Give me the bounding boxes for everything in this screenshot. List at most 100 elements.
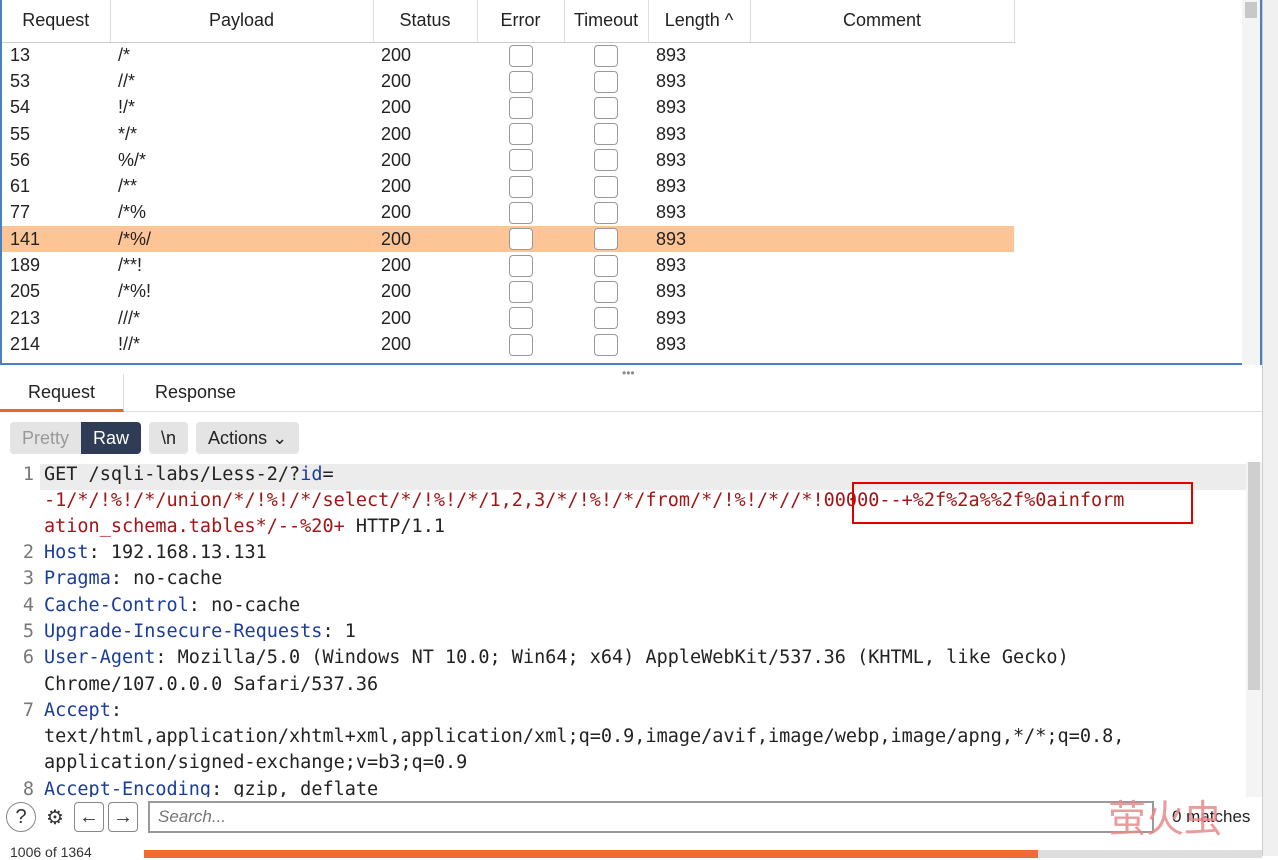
table-row[interactable]: 53 //* 200 893 — [2, 68, 1014, 94]
table-row[interactable]: 13 /* 200 893 — [2, 42, 1014, 68]
status-cell: 200 — [381, 176, 412, 197]
timeout-checkbox[interactable] — [594, 333, 618, 356]
error-checkbox[interactable] — [509, 175, 533, 198]
timeout-checkbox[interactable] — [594, 228, 618, 251]
error-checkbox[interactable] — [509, 70, 533, 93]
tab-request[interactable]: Request — [0, 374, 125, 412]
col-status[interactable]: Status — [373, 0, 478, 43]
col-payload[interactable]: Payload — [110, 0, 374, 43]
col-timeout[interactable]: Timeout — [564, 0, 649, 43]
comment-cell[interactable] — [750, 279, 1014, 305]
error-checkbox[interactable] — [509, 333, 533, 356]
line-number: 6 — [22, 647, 34, 669]
error-checkbox[interactable] — [509, 307, 533, 330]
comment-cell[interactable] — [750, 95, 1014, 121]
request-cell: 189 — [10, 255, 41, 276]
timeout-cell — [564, 305, 648, 331]
forward-arrow-icon[interactable]: → — [108, 802, 138, 832]
comment-cell[interactable] — [750, 252, 1014, 278]
search-input[interactable] — [148, 801, 1154, 833]
table-scrollbar[interactable] — [1242, 0, 1260, 365]
editor-scrollbar[interactable] — [1246, 462, 1262, 797]
header-line: Accept: — [44, 699, 122, 721]
col-request[interactable]: Request — [2, 0, 111, 43]
table-row[interactable]: 56 %/* 200 893 — [2, 147, 1014, 173]
length-cell: 893 — [648, 226, 750, 253]
length-cell: 893 — [656, 176, 687, 197]
timeout-checkbox[interactable] — [594, 202, 618, 225]
error-checkbox[interactable] — [509, 44, 533, 67]
comment-cell[interactable] — [750, 226, 1014, 253]
error-checkbox[interactable] — [509, 228, 533, 251]
error-checkbox[interactable] — [509, 280, 533, 303]
comment-cell[interactable] — [750, 200, 1014, 226]
gear-icon[interactable]: ⚙ — [40, 802, 70, 832]
table-row[interactable]: 55 */* 200 893 — [2, 121, 1014, 147]
newline-toggle[interactable]: \n — [149, 422, 189, 454]
timeout-cell — [564, 331, 648, 357]
comment-cell[interactable] — [750, 331, 1014, 357]
error-cell — [477, 173, 564, 199]
table-row[interactable]: 213 ///* 200 893 — [2, 305, 1014, 331]
timeout-checkbox[interactable] — [594, 149, 618, 172]
progress-fill — [144, 850, 1039, 858]
comment-cell[interactable] — [750, 42, 1014, 68]
comment-cell[interactable] — [750, 147, 1014, 173]
comment-cell[interactable] — [750, 305, 1014, 331]
table-row[interactable]: 54 !/* 200 893 — [2, 95, 1014, 121]
timeout-checkbox[interactable] — [594, 44, 618, 67]
comment-cell[interactable] — [750, 121, 1014, 147]
help-icon[interactable]: ? — [6, 802, 36, 832]
col-comment[interactable]: Comment — [750, 0, 1015, 43]
timeout-checkbox[interactable] — [594, 175, 618, 198]
timeout-cell — [564, 68, 648, 94]
table-row[interactable]: 214 !//* 200 893 — [2, 331, 1014, 357]
timeout-cell — [564, 252, 648, 278]
timeout-cell — [564, 200, 648, 226]
timeout-checkbox[interactable] — [594, 96, 618, 119]
error-cell — [477, 42, 564, 68]
table-row[interactable]: 141 /*%/ 200 893 — [2, 226, 1014, 253]
error-checkbox[interactable] — [509, 96, 533, 119]
timeout-cell — [564, 226, 648, 253]
error-checkbox[interactable] — [509, 149, 533, 172]
timeout-checkbox[interactable] — [594, 254, 618, 277]
table-row[interactable]: 77 /*% 200 893 — [2, 200, 1014, 226]
error-cell — [477, 147, 564, 173]
editor-toolbar: Pretty Raw \n Actions ⌄ — [10, 422, 300, 454]
length-cell: 893 — [656, 255, 687, 276]
table-row[interactable]: 189 /**! 200 893 — [2, 252, 1014, 278]
payload-cell: !//* — [118, 333, 141, 354]
length-cell: 893 — [656, 202, 687, 223]
col-error[interactable]: Error — [477, 0, 565, 43]
timeout-checkbox[interactable] — [594, 70, 618, 93]
background-window — [1262, 0, 1278, 856]
header-line-cont: text/html,application/xhtml+xml,applicat… — [44, 726, 1125, 748]
back-arrow-icon[interactable]: ← — [74, 802, 104, 832]
request-cell: 13 — [10, 44, 31, 65]
table-row[interactable]: 205 /*%! 200 893 — [2, 279, 1014, 305]
tab-response[interactable]: Response — [127, 374, 264, 412]
payload-cell: /** — [118, 176, 138, 197]
header-line-cont: application/signed-exchange;v=b3;q=0.9 — [44, 752, 468, 774]
message-tabs: Request Response — [0, 374, 1262, 412]
timeout-checkbox[interactable] — [594, 280, 618, 303]
payload-cell: ///* — [118, 307, 141, 328]
raw-button[interactable]: Raw — [81, 422, 142, 454]
table-row[interactable]: 61 /** 200 893 — [2, 173, 1014, 199]
actions-dropdown[interactable]: Actions ⌄ — [196, 422, 300, 454]
query-param-value-cont: ation_schema.tables*/--%20+ HTTP/1.1 — [44, 516, 445, 537]
pretty-button[interactable]: Pretty — [10, 422, 82, 454]
header-line: Host: 192.168.13.131 — [44, 542, 267, 563]
status-cell: 200 — [381, 255, 412, 276]
error-checkbox[interactable] — [509, 123, 533, 146]
header-line: User-Agent: Mozilla/5.0 (Windows NT 10.0… — [44, 647, 1069, 669]
comment-cell[interactable] — [750, 68, 1014, 94]
col-length[interactable]: Length ^ — [648, 0, 751, 43]
error-checkbox[interactable] — [509, 254, 533, 277]
error-checkbox[interactable] — [509, 202, 533, 225]
comment-cell[interactable] — [750, 173, 1014, 199]
payload-cell: //* — [118, 70, 136, 91]
timeout-checkbox[interactable] — [594, 307, 618, 330]
timeout-checkbox[interactable] — [594, 123, 618, 146]
